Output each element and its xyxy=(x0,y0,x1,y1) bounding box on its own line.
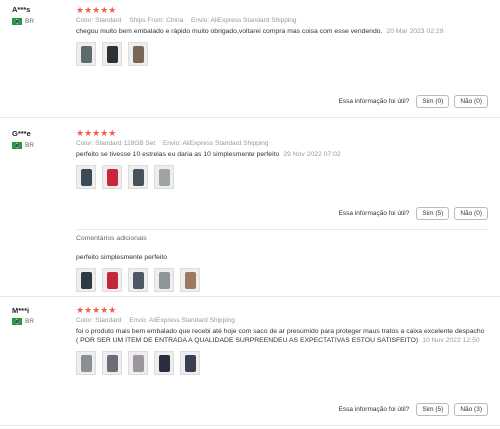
review-photo[interactable] xyxy=(180,268,200,292)
additional-comments-title: Comentários adicionais xyxy=(76,235,147,242)
country-code: BR xyxy=(25,318,35,325)
helpful-vote: Essa informação foi útil? Sim (5) Não (3… xyxy=(339,403,488,416)
vote-no-button[interactable]: Não (0) xyxy=(454,95,488,108)
review-date: 20 Mar 2023 02:29 xyxy=(386,28,444,35)
star-rating: ★★★★★ xyxy=(76,5,117,15)
review-photo[interactable] xyxy=(102,268,122,292)
additional-comment: perfeito simplesmente perfeito xyxy=(76,250,486,292)
review-author: A***s xyxy=(12,5,31,14)
review-content: ★★★★★ Color: Standard Ships From: China … xyxy=(76,5,486,66)
review-author: G***e xyxy=(12,129,31,138)
review-photo[interactable] xyxy=(128,42,148,66)
country-code: BR xyxy=(25,142,35,149)
additional-photos xyxy=(76,268,486,292)
helpful-vote: Essa informação foi útil? Sim (0) Não (0… xyxy=(339,95,488,108)
review-text: perfeito se tivesse 10 estrelas eu daria… xyxy=(76,151,341,158)
review-date: 10 Nov 2022 12:50 xyxy=(422,337,480,344)
review-photo[interactable] xyxy=(102,42,122,66)
review-photo[interactable] xyxy=(128,165,148,189)
review-content: ★★★★★ Color: Standard Envio: AliExpress … xyxy=(76,305,486,375)
review-country: BR xyxy=(12,318,34,325)
review-photo[interactable] xyxy=(76,268,96,292)
helpful-label: Essa informação foi útil? xyxy=(338,406,410,413)
vote-yes-button[interactable]: Sim (0) xyxy=(416,95,450,108)
review-author: M***i xyxy=(12,306,30,315)
brazil-flag-icon xyxy=(12,142,22,149)
review-text: chegou muito bem embalado e rápido muito… xyxy=(76,28,444,35)
vote-no-button[interactable]: Não (0) xyxy=(454,207,488,220)
helpful-vote: Essa informação foi útil? Sim (5) Não (0… xyxy=(339,207,488,220)
divider xyxy=(0,425,500,426)
review-photo[interactable] xyxy=(154,165,174,189)
review-photo[interactable] xyxy=(76,42,96,66)
review-photo[interactable] xyxy=(154,351,174,375)
review-photo[interactable] xyxy=(180,351,200,375)
brazil-flag-icon xyxy=(12,18,22,25)
review-text: foi o produto mais bem embalado que rece… xyxy=(76,328,485,344)
review-meta: Color: Standard Envio: AliExpress Standa… xyxy=(76,317,235,324)
review-meta: Color: Standard Ships From: China Envio:… xyxy=(76,17,297,24)
review-meta: Color: Standard 128GB Set Envio: AliExpr… xyxy=(76,140,269,147)
review-country: BR xyxy=(12,142,34,149)
review-country: BR xyxy=(12,18,34,25)
review-photo[interactable] xyxy=(76,165,96,189)
star-rating: ★★★★★ xyxy=(76,305,117,315)
review-date: 29 Nov 2022 07:02 xyxy=(283,151,341,158)
country-code: BR xyxy=(25,18,35,25)
divider xyxy=(76,229,488,230)
divider xyxy=(0,296,500,297)
review-photo[interactable] xyxy=(76,351,96,375)
vote-yes-button[interactable]: Sim (5) xyxy=(416,207,450,220)
review-photos xyxy=(76,165,486,189)
helpful-label: Essa informação foi útil? xyxy=(338,98,410,105)
review-photo[interactable] xyxy=(128,351,148,375)
divider xyxy=(0,117,500,118)
review-photo[interactable] xyxy=(102,165,122,189)
vote-yes-button[interactable]: Sim (5) xyxy=(416,403,450,416)
review-content: ★★★★★ Color: Standard 128GB Set Envio: A… xyxy=(76,128,486,189)
review-photos xyxy=(76,351,486,375)
additional-text: perfeito simplesmente perfeito xyxy=(76,254,168,261)
review-photo[interactable] xyxy=(154,268,174,292)
brazil-flag-icon xyxy=(12,318,22,325)
helpful-label: Essa informação foi útil? xyxy=(338,210,410,217)
star-rating: ★★★★★ xyxy=(76,128,117,138)
review-photo[interactable] xyxy=(128,268,148,292)
vote-no-button[interactable]: Não (3) xyxy=(454,403,488,416)
review-photo[interactable] xyxy=(102,351,122,375)
review-photos xyxy=(76,42,486,66)
